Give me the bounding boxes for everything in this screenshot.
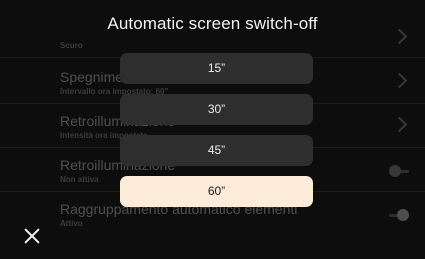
option-15-button[interactable]: 15”	[120, 53, 313, 84]
timeout-options: 15” 30” 45” 60”	[120, 53, 313, 217]
option-45-button[interactable]: 45”	[120, 135, 313, 166]
close-icon[interactable]	[22, 226, 42, 246]
modal-title: Automatic screen switch-off	[107, 14, 318, 33]
option-60-button[interactable]: 60”	[120, 176, 313, 207]
screen: Scuro Spegnimento Intervallo ora imposta…	[0, 0, 425, 259]
option-30-button[interactable]: 30”	[120, 94, 313, 125]
